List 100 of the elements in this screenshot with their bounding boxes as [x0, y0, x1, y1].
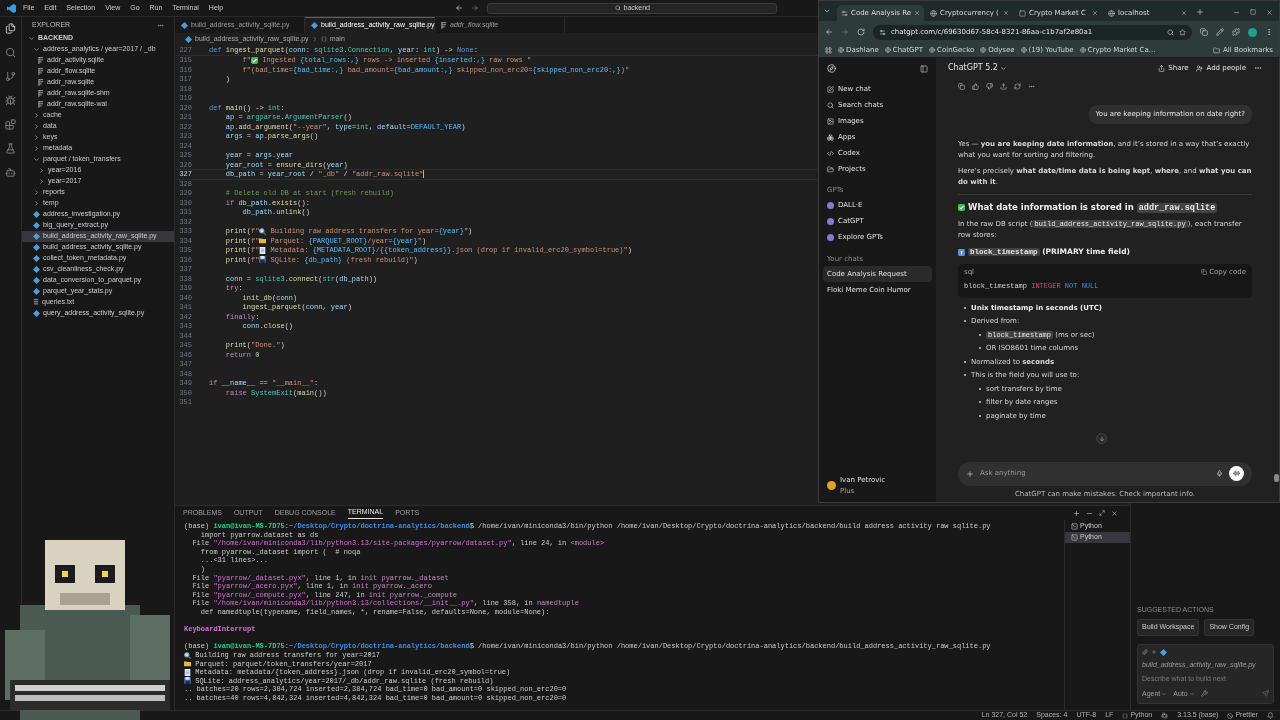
chevron-down-icon [1161, 690, 1168, 697]
arrow-down-icon [1098, 435, 1105, 442]
chevron-down-icon [1188, 690, 1195, 697]
site-icon [841, 9, 848, 17]
logo-icon[interactable] [827, 64, 836, 73]
voice-mode-button[interactable] [1229, 466, 1244, 481]
add-context-icon[interactable] [1151, 649, 1157, 655]
document-icon [184, 668, 191, 676]
app-logo-icon [7, 3, 16, 13]
activity-icon[interactable] [5, 47, 16, 58]
file-lines-icon [38, 101, 44, 108]
attach-icon[interactable] [1142, 649, 1148, 655]
folder-icon [1213, 46, 1220, 54]
more-icon[interactable] [1254, 64, 1262, 72]
attach-icon[interactable] [966, 469, 974, 478]
file-lines-icon [38, 79, 44, 86]
nav-icon [827, 117, 834, 125]
site-icon [930, 9, 937, 17]
gpt-avatar [827, 218, 834, 225]
thumbs-up-icon[interactable] [972, 83, 979, 90]
activity-icon[interactable] [5, 143, 16, 154]
sidebar-toggle-icon[interactable] [920, 64, 928, 73]
thumbs-down-icon[interactable] [986, 83, 993, 90]
file-lines-icon [38, 90, 44, 97]
activity-icon[interactable] [5, 95, 16, 106]
share-icon[interactable] [1000, 83, 1007, 90]
nav-icon [827, 149, 834, 157]
check-icon [251, 56, 258, 64]
copy-icon[interactable] [958, 83, 965, 90]
close-icon[interactable] [914, 10, 921, 16]
site-icon [980, 47, 987, 53]
extensions-icon[interactable] [1232, 28, 1240, 36]
close-icon[interactable] [1003, 10, 1009, 16]
chevron-down-icon [999, 64, 1007, 72]
tools-icon[interactable] [1200, 690, 1208, 698]
file-lines-icon [441, 21, 447, 29]
pen-icon[interactable] [1216, 28, 1224, 36]
site-icon [929, 47, 936, 53]
folder-icon [259, 237, 267, 245]
check-icon [958, 203, 965, 211]
gpt-avatar [827, 234, 834, 241]
microphone-icon[interactable] [1216, 470, 1223, 477]
activity-icon[interactable] [5, 119, 16, 130]
text-file-icon [33, 299, 39, 306]
new-tab-icon[interactable] [1196, 8, 1204, 16]
search-icon[interactable] [1167, 28, 1174, 36]
model-selector[interactable]: ChatGPT 5.2 [948, 62, 1007, 74]
close-icon[interactable] [1111, 509, 1118, 517]
folder-icon [184, 660, 191, 668]
apps-icon[interactable] [825, 46, 832, 54]
activity-icon[interactable] [5, 167, 16, 178]
file-lines-icon [38, 68, 44, 75]
bookmark-star-icon[interactable] [1179, 28, 1186, 36]
copy-icon [1201, 268, 1208, 275]
site-icon [1020, 47, 1027, 53]
site-icon [1079, 47, 1086, 53]
notifications-icon[interactable] [1267, 712, 1274, 719]
add-person-icon [1196, 64, 1204, 72]
reload-icon[interactable] [857, 28, 865, 36]
braces-icon [1122, 712, 1129, 719]
nav-icon [827, 101, 834, 109]
close-icon[interactable] [1092, 10, 1098, 16]
menu-icon[interactable] [1265, 28, 1273, 36]
maximize-icon[interactable] [1250, 9, 1256, 15]
profile-avatar[interactable] [1248, 27, 1257, 37]
site-icon [838, 47, 844, 53]
answer-heading: What date information is stored in addr_raw.sqlite [968, 200, 1218, 215]
magnifier-icon [259, 227, 267, 235]
activity-icon[interactable] [5, 71, 16, 82]
nav-icon [827, 165, 834, 173]
site-icon [884, 47, 891, 53]
python-file-icon [1160, 648, 1167, 656]
sound-wave-icon [1233, 470, 1240, 477]
regenerate-icon[interactable] [1014, 83, 1021, 90]
symbol-icon [320, 36, 327, 42]
nav-icon [827, 85, 834, 93]
magnifier-icon [184, 651, 191, 659]
tab-search-icon[interactable] [823, 7, 831, 15]
user-avatar[interactable] [827, 481, 836, 490]
chevron-right-icon [311, 36, 318, 42]
scroll-down-button[interactable] [1096, 433, 1107, 444]
site-settings-icon[interactable] [879, 28, 886, 36]
minimize-icon[interactable] [1233, 9, 1240, 16]
back-icon[interactable] [455, 4, 464, 12]
close-icon[interactable] [1181, 10, 1187, 16]
share-icon [1158, 64, 1166, 72]
document-icon [259, 246, 267, 254]
python-file-icon [311, 22, 318, 29]
keycap-icon [958, 248, 965, 256]
back-icon[interactable] [825, 28, 833, 36]
search-icon [614, 5, 621, 11]
file-lines-icon [38, 57, 44, 64]
activity-icon[interactable] [5, 23, 16, 34]
close-icon[interactable] [1266, 9, 1273, 16]
maximize-icon[interactable] [1099, 510, 1105, 516]
site-icon [1019, 9, 1026, 17]
new-terminal-icon[interactable] [1073, 509, 1080, 517]
site-icon [1108, 9, 1115, 17]
nav-icon [827, 133, 834, 141]
python-file-icon [33, 310, 40, 317]
